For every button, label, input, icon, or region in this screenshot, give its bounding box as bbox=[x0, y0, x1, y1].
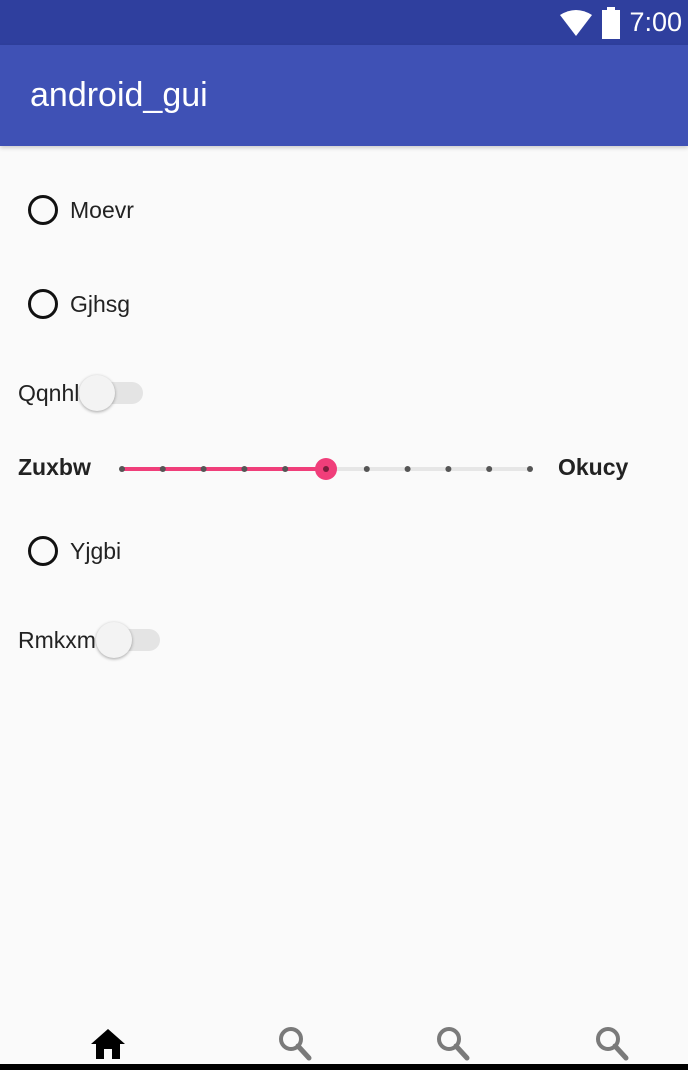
slider-tick bbox=[486, 466, 493, 472]
home-icon bbox=[91, 1029, 125, 1059]
slider-tick bbox=[241, 466, 248, 472]
search-icon bbox=[437, 1027, 470, 1061]
radio-yjgbi[interactable]: Yjgbi bbox=[28, 531, 121, 571]
switch-label: Rmkxm bbox=[18, 626, 96, 653]
slider-tick bbox=[200, 466, 207, 472]
search-icon bbox=[596, 1027, 629, 1061]
wifi-icon bbox=[560, 9, 593, 36]
radio-button-circle[interactable] bbox=[28, 289, 58, 319]
nav-item-search-1[interactable] bbox=[276, 1026, 316, 1062]
slider-tick bbox=[119, 466, 125, 472]
status-clock: 7:00 bbox=[629, 7, 682, 37]
radio-label: Yjgbi bbox=[70, 537, 122, 564]
slider-tick bbox=[363, 466, 370, 472]
app-bar: android_gui bbox=[0, 45, 688, 146]
radio-gjhsg[interactable]: Gjhsg bbox=[28, 284, 130, 324]
slider-max-label: Okucy bbox=[558, 454, 629, 480]
switch-thumb[interactable] bbox=[79, 375, 116, 411]
nav-item-home[interactable] bbox=[88, 1026, 128, 1062]
switch-label: Qqnhl bbox=[18, 379, 80, 406]
slider-row: Zuxbw Okucy bbox=[0, 448, 688, 490]
slider-tick bbox=[404, 466, 411, 472]
seek-bar[interactable] bbox=[110, 448, 550, 490]
slider-tick bbox=[527, 466, 533, 472]
search-icon bbox=[279, 1027, 312, 1061]
nav-item-search-3[interactable] bbox=[593, 1026, 633, 1062]
nav-item-search-2[interactable] bbox=[434, 1026, 474, 1062]
status-icons: 7:00 bbox=[559, 0, 682, 45]
radio-button-circle[interactable] bbox=[28, 536, 58, 566]
toggle-switch-qqnhl[interactable] bbox=[79, 375, 144, 411]
switch-row-qqnhl: Qqnhl bbox=[18, 373, 144, 413]
slider-min-label: Zuxbw bbox=[18, 454, 91, 480]
bottom-navigation bbox=[0, 1012, 688, 1064]
battery-icon bbox=[602, 6, 621, 39]
switch-row-rmkxm: Rmkxm bbox=[18, 620, 160, 660]
app-title: android_gui bbox=[30, 76, 208, 114]
status-bar: 7:00 bbox=[0, 0, 688, 45]
radio-label: Moevr bbox=[70, 196, 134, 223]
radio-label: Gjhsg bbox=[70, 290, 131, 317]
radio-button-circle[interactable] bbox=[28, 195, 58, 225]
toggle-switch-rmkxm[interactable] bbox=[95, 622, 160, 658]
slider-thumb-center bbox=[323, 466, 329, 472]
slider-tick bbox=[159, 466, 166, 472]
slider-tick bbox=[282, 466, 289, 472]
radio-moevr[interactable]: Moevr bbox=[28, 190, 134, 230]
slider-tick bbox=[445, 466, 452, 472]
switch-thumb[interactable] bbox=[95, 622, 132, 658]
bottom-edge bbox=[0, 1064, 688, 1070]
